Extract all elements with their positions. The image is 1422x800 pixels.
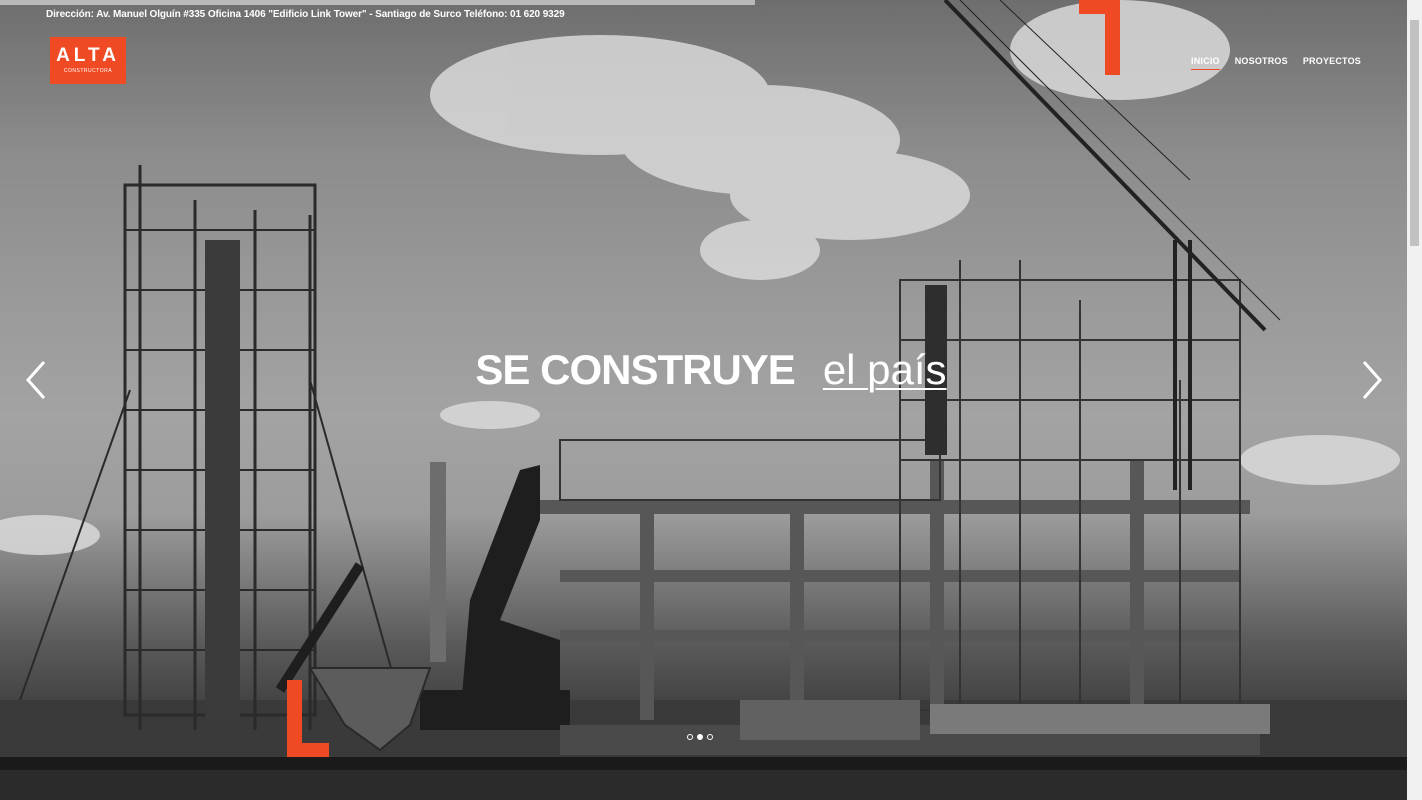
logo-subtitle: CONSTRUCTORA <box>63 68 113 74</box>
slider-headline: SE CONSTRUYE el país <box>0 346 1407 394</box>
headline-link[interactable]: el país <box>823 346 947 393</box>
logo-mark: ALTA <box>56 45 120 66</box>
nav-item-nosotros[interactable]: NOSOTROS <box>1235 56 1288 70</box>
phone-text: Teléfono: 01 620 9329 <box>464 9 565 20</box>
nav-item-inicio[interactable]: INICIO <box>1191 56 1220 70</box>
slider-dot-3[interactable] <box>707 734 713 740</box>
hero-slider: Dirección: Av. Manuel Olguín #335 Oficin… <box>0 0 1407 757</box>
main-nav: INICIO NOSOTROS PROYECTOS <box>1191 56 1361 70</box>
chevron-right-icon[interactable] <box>1360 360 1384 400</box>
slider-dot-1[interactable] <box>687 734 693 740</box>
scrollbar-thumb[interactable] <box>1410 20 1419 246</box>
slider-pagination <box>687 734 713 740</box>
address-text: Dirección: Av. Manuel Olguín #335 Oficin… <box>46 9 462 20</box>
orange-bracket-top-icon <box>1079 0 1120 75</box>
nav-item-proyectos[interactable]: PROYECTOS <box>1303 56 1361 70</box>
brand-logo[interactable]: ALTA CONSTRUCTORA <box>50 37 126 84</box>
footer-band <box>0 757 1407 800</box>
chevron-left-icon[interactable] <box>24 360 48 400</box>
page-scrollbar[interactable] <box>1407 0 1422 800</box>
slider-dot-2[interactable] <box>697 734 703 740</box>
contact-info-bar: Dirección: Av. Manuel Olguín #335 Oficin… <box>46 9 565 20</box>
orange-bracket-bottom-icon <box>287 680 329 757</box>
footer-strip <box>0 757 1407 770</box>
headline-bold: SE CONSTRUYE <box>475 346 795 393</box>
top-progress-bar <box>0 0 755 5</box>
